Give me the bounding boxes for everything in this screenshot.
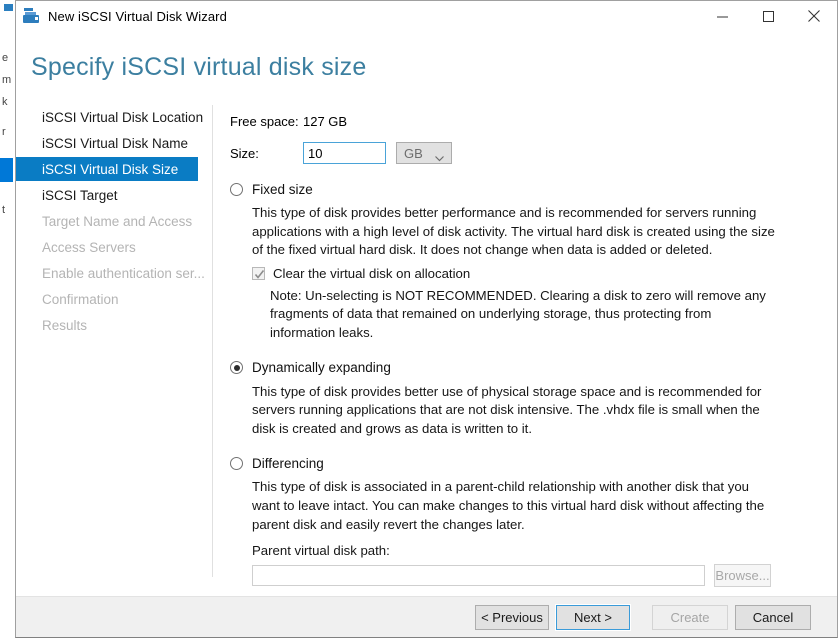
title-bar[interactable]: New iSCSI Virtual Disk Wizard	[16, 1, 837, 31]
chevron-down-icon	[435, 150, 444, 165]
description-dynamically-expanding: This type of disk provides better use of…	[252, 383, 762, 436]
radio-label-dynamically-expanding: Dynamically expanding	[252, 360, 391, 376]
radio-row-dynamically-expanding[interactable]: Dynamically expanding	[230, 358, 825, 378]
description-differencing: This type of disk is associated in a par…	[252, 479, 765, 532]
sidebar-item-target-name: Target Name and Access	[42, 213, 193, 229]
previous-button[interactable]: < Previous	[475, 604, 549, 630]
background-window-title-accent	[4, 4, 13, 11]
parent-disk-path-row: Browse...	[252, 564, 825, 588]
next-button[interactable]: Next >	[555, 603, 631, 631]
radio-label-fixed-size: Fixed size	[252, 181, 313, 197]
checkbox-label-clear-disk: Clear the virtual disk on allocation	[273, 266, 471, 282]
wizard-window: New iSCSI Virtual Disk Wizard Specify iS…	[15, 0, 838, 638]
background-window-text-fragment: t	[2, 204, 6, 216]
checkbox-row-clear-disk[interactable]: Clear the virtual disk on allocation	[252, 265, 825, 283]
sidebar-item-iscsi-target[interactable]: iSCSI Target	[16, 183, 212, 207]
size-label: Size:	[230, 145, 259, 161]
checkbox-clear-disk-on-allocation[interactable]	[252, 267, 265, 281]
sidebar-item-disk-name[interactable]: iSCSI Virtual Disk Name	[16, 131, 212, 155]
size-unit-value: GB	[404, 145, 423, 161]
sidebar-item-results: Results	[42, 317, 88, 333]
minimize-icon[interactable]	[699, 1, 745, 31]
window-title: New iSCSI Virtual Disk Wizard	[48, 8, 227, 24]
iscsi-disk-icon	[23, 8, 39, 24]
close-icon[interactable]	[791, 1, 837, 31]
sidebar-item-enable-auth: Enable authentication ser...	[42, 265, 205, 281]
page-title: Specify iSCSI virtual disk size	[31, 53, 367, 81]
radio-differencing[interactable]	[230, 456, 243, 470]
wizard-step-nav: iSCSI Virtual Disk Location iSCSI Virtua…	[16, 105, 212, 577]
sidebar-item-access-servers: Access Servers	[42, 239, 136, 255]
free-space-label: Free space:	[230, 113, 299, 129]
sidebar-item-disk-location[interactable]: iSCSI Virtual Disk Location	[16, 105, 212, 129]
free-space-value: 127 GB	[303, 113, 348, 129]
background-window-text-fragment: m	[2, 74, 12, 86]
background-window-selected-row[interactable]	[0, 158, 13, 182]
free-space-row: Free space: 127 GB	[230, 111, 825, 131]
radio-row-differencing[interactable]: Differencing	[230, 453, 825, 473]
background-window-text-fragment: k	[2, 96, 8, 108]
maximize-icon[interactable]	[745, 1, 791, 31]
radio-fixed-size[interactable]	[230, 182, 243, 196]
window-controls	[699, 1, 837, 31]
browse-button[interactable]: Browse...	[714, 564, 771, 588]
radio-label-differencing: Differencing	[252, 455, 324, 471]
description-fixed-size: This type of disk provides better perfor…	[252, 205, 775, 258]
size-input[interactable]	[302, 141, 387, 165]
clear-disk-note: Note: Un-selecting is NOT RECOMMENDED. C…	[270, 287, 766, 340]
background-window-text-fragment: r	[2, 126, 6, 138]
create-button: Create	[652, 604, 728, 630]
footer-button-bar: < Previous Next > Create Cancel	[16, 597, 837, 637]
radio-dynamically-expanding[interactable]	[230, 361, 243, 375]
sidebar-item-disk-size[interactable]: iSCSI Virtual Disk Size	[16, 157, 198, 181]
size-row: Size: GB	[230, 141, 825, 165]
sidebar-item-confirmation: Confirmation	[42, 291, 119, 307]
background-window-text-fragment: e	[2, 52, 9, 64]
parent-disk-path-input[interactable]	[252, 565, 705, 587]
cancel-button[interactable]: Cancel	[735, 604, 811, 630]
parent-disk-path-label: Parent virtual disk path:	[252, 543, 390, 559]
content-pane: Free space: 127 GB Size: GB Fixed size T…	[230, 111, 825, 588]
sidebar-divider	[212, 105, 213, 577]
size-unit-dropdown[interactable]: GB	[396, 142, 452, 164]
radio-row-fixed-size[interactable]: Fixed size	[230, 179, 825, 199]
background-window[interactable]: e m k r t	[0, 0, 16, 638]
